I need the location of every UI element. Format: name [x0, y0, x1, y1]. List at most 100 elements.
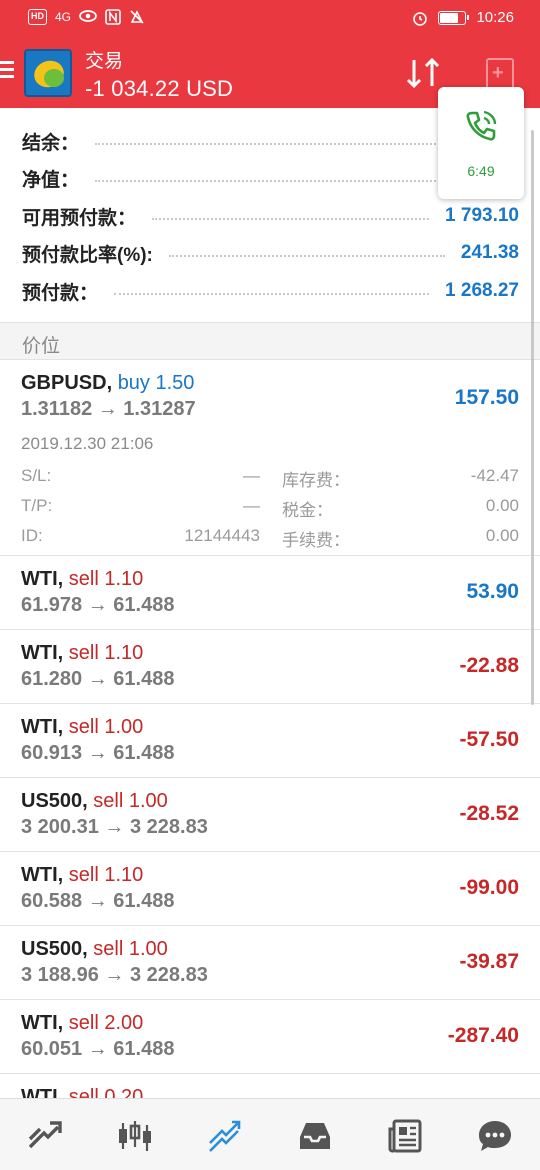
swap-value: -42.47 [470, 466, 519, 485]
nav-news[interactable] [360, 1099, 450, 1170]
position-header: WTI, sell 0.20 [21, 1086, 143, 1098]
trade-icon [209, 1120, 241, 1152]
open-time: 2019.12.30 21:06 [21, 434, 154, 453]
position-symbol: US500, [21, 938, 88, 960]
tp-value: — [243, 496, 260, 515]
dot-leader [168, 255, 445, 257]
scrollbar[interactable] [531, 130, 534, 705]
position-row[interactable]: WTI, sell 1.10 60.588 → 61.488 -99.00 [0, 852, 540, 926]
nav-history[interactable] [270, 1099, 360, 1170]
position-header: GBPUSD, buy 1.50 [21, 372, 194, 395]
status-icons: HD 4G [28, 9, 145, 25]
summary-label: 预付款比率(%): [22, 244, 153, 266]
page-title: 交易 [85, 51, 124, 72]
position-symbol: GBPUSD, [21, 372, 113, 394]
position-prices: 60.588 → 61.488 [21, 890, 175, 912]
position-prices: 61.280 → 61.488 [21, 668, 175, 690]
id-value: 12144443 [184, 526, 260, 545]
candlestick-icon [119, 1121, 151, 1151]
position-direction: sell 1.00 [68, 716, 144, 738]
section-title: 价位 [22, 336, 61, 357]
position-profit: -57.50 [459, 728, 519, 751]
summary-label: 预付款： [22, 282, 99, 304]
mute-icon [129, 9, 145, 25]
position-prices: 60.051 → 61.488 [21, 1038, 175, 1060]
position-symbol: WTI, [21, 716, 64, 738]
hd-icon: HD [28, 9, 47, 25]
position-row[interactable]: WTI, sell 1.10 61.978 → 61.488 53.90 [0, 556, 540, 630]
clock: 10:26 [476, 9, 514, 26]
position-direction: sell 1.10 [68, 864, 144, 886]
call-bubble[interactable]: 6:49 [438, 87, 524, 199]
inbox-icon [300, 1123, 330, 1149]
signal-4g-icon: 4G [55, 10, 72, 24]
nav-trade[interactable] [180, 1099, 270, 1170]
summary-label: 可用预付款： [22, 207, 137, 229]
swap-label: 库存费： [282, 471, 350, 490]
quotes-icon [28, 1121, 62, 1149]
position-header: WTI, sell 1.10 [21, 864, 143, 887]
position-symbol: WTI, [21, 642, 64, 664]
id-label: ID: [21, 526, 43, 545]
dot-leader [95, 180, 493, 182]
position-direction: sell 0.20 [68, 1086, 144, 1098]
nav-chart[interactable] [90, 1099, 180, 1170]
position-prices: 61.978 → 61.488 [21, 594, 175, 616]
position-row[interactable]: WTI, sell 1.00 60.913 → 61.488 -57.50 [0, 704, 540, 778]
position-direction: sell 2.00 [68, 1012, 144, 1034]
summary-row-margin-level: 预付款比率(%): 241.38 [22, 235, 519, 271]
position-profit: -22.88 [459, 654, 519, 677]
position-direction: sell 1.10 [68, 642, 144, 664]
summary-row-margin: 预付款： 1 268.27 [22, 273, 519, 309]
dot-leader [114, 293, 430, 295]
position-header: WTI, sell 1.00 [21, 716, 143, 739]
sort-icon[interactable] [404, 56, 444, 90]
summary-value: 241.38 [460, 242, 519, 263]
alarm-icon [412, 10, 428, 26]
sl-label: S/L: [21, 466, 52, 485]
position-rows: WTI, sell 1.10 61.978 → 61.488 53.90 WTI, s… [0, 556, 540, 1098]
nav-quotes[interactable] [0, 1099, 90, 1170]
position-symbol: US500, [21, 790, 88, 812]
balance-profit: -1 034.22 USD [85, 76, 234, 101]
chat-bubble-icon [479, 1121, 511, 1151]
position-prices: 3 200.31 → 3 228.83 [21, 816, 208, 838]
position-profit: -287.40 [447, 1024, 519, 1047]
position-row[interactable]: WTI, sell 2.00 60.051 → 61.488 -287.40 [0, 1000, 540, 1074]
position-header: WTI, sell 1.10 [21, 568, 143, 591]
position-row[interactable]: US500, sell 1.00 3 188.96 → 3 228.83 -39.8… [0, 926, 540, 1000]
position-symbol: WTI, [21, 1012, 64, 1034]
position-profit: -28.52 [459, 802, 519, 825]
section-header: 价位 [0, 322, 540, 360]
fee-label: 手续费： [282, 531, 350, 550]
position-symbol: WTI, [21, 1086, 64, 1098]
tax-value: 0.00 [485, 496, 519, 515]
app-logo [24, 49, 72, 97]
position-row[interactable]: WTI, sell 1.10 61.280 → 61.488 -22.88 [0, 630, 540, 704]
position-prices: 60.913 → 61.488 [21, 742, 175, 764]
position-header: WTI, sell 1.10 [21, 642, 143, 665]
position-prices: 1.31182 → 1.31287 [21, 398, 196, 420]
positions-list: GBPUSD, buy 1.50 1.31182 → 1.31287 157.5… [0, 360, 540, 1098]
position-direction: sell 1.00 [93, 938, 168, 960]
fee-value: 0.00 [485, 526, 519, 545]
position-row[interactable]: US500, sell 1.00 3 200.31 → 3 228.83 -28.5… [0, 778, 540, 852]
position-row[interactable]: WTI, sell 0.20 [0, 1074, 540, 1098]
nav-messages[interactable] [450, 1099, 540, 1170]
call-duration: 6:49 [467, 163, 495, 179]
news-icon [388, 1119, 422, 1153]
sl-value: — [243, 466, 260, 485]
position-prices: 3 188.96 → 3 228.83 [21, 964, 208, 986]
status-bar: HD 4G 10:26 [0, 0, 540, 36]
position-direction: buy 1.50 [117, 372, 195, 394]
position-row-expanded[interactable]: GBPUSD, buy 1.50 1.31182 → 1.31287 157.5… [0, 360, 540, 556]
battery-fill [440, 12, 458, 23]
position-profit: 157.50 [454, 386, 519, 409]
position-direction: sell 1.00 [93, 790, 168, 812]
dot-leader [152, 218, 430, 220]
position-symbol: WTI, [21, 568, 64, 590]
menu-icon[interactable] [0, 61, 14, 79]
summary-label: 结余： [22, 132, 80, 154]
position-profit: -39.87 [459, 950, 519, 973]
status-right: 10:26 [412, 9, 514, 26]
